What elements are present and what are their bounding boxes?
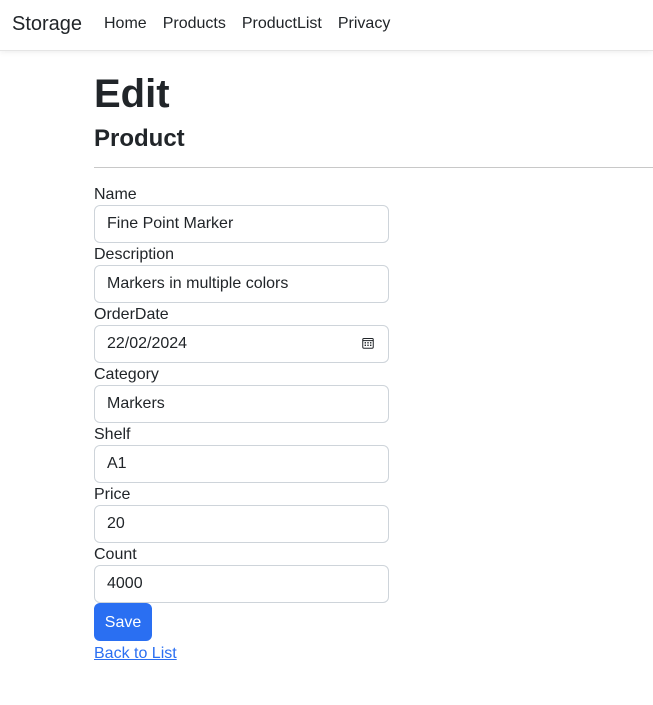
description-label: Description [94, 246, 175, 263]
calendar-icon[interactable] [362, 337, 374, 349]
nav-link-products[interactable]: Products [163, 14, 226, 34]
name-label: Name [94, 186, 137, 203]
main-content: Edit Product Name Description OrderDate … [94, 70, 653, 664]
price-input[interactable] [94, 505, 389, 543]
nav-link-privacy[interactable]: Privacy [338, 14, 390, 34]
page-subtitle: Product [94, 125, 185, 152]
orderdate-field [94, 325, 389, 363]
page-title: Edit [94, 72, 170, 116]
nav-links: Home Products ProductList Privacy [104, 14, 390, 34]
top-navbar: Storage Home Products ProductList Privac… [0, 0, 653, 51]
nav-link-home[interactable]: Home [104, 14, 147, 34]
count-input[interactable] [94, 565, 389, 603]
back-to-list-link[interactable]: Back to List [94, 644, 389, 664]
divider [94, 167, 653, 168]
shelf-label: Shelf [94, 426, 131, 443]
orderdate-label: OrderDate [94, 306, 169, 323]
save-button[interactable]: Save [94, 603, 152, 641]
shelf-input[interactable] [94, 445, 389, 483]
nav-link-productlist[interactable]: ProductList [242, 14, 322, 34]
orderdate-input[interactable] [94, 325, 389, 363]
category-label: Category [94, 366, 159, 383]
name-input[interactable] [94, 205, 389, 243]
category-input[interactable] [94, 385, 389, 423]
description-input[interactable] [94, 265, 389, 303]
count-label: Count [94, 546, 137, 563]
edit-form: Name Description OrderDate Category Shel… [94, 185, 389, 664]
brand-link[interactable]: Storage [12, 12, 82, 36]
price-label: Price [94, 486, 131, 503]
